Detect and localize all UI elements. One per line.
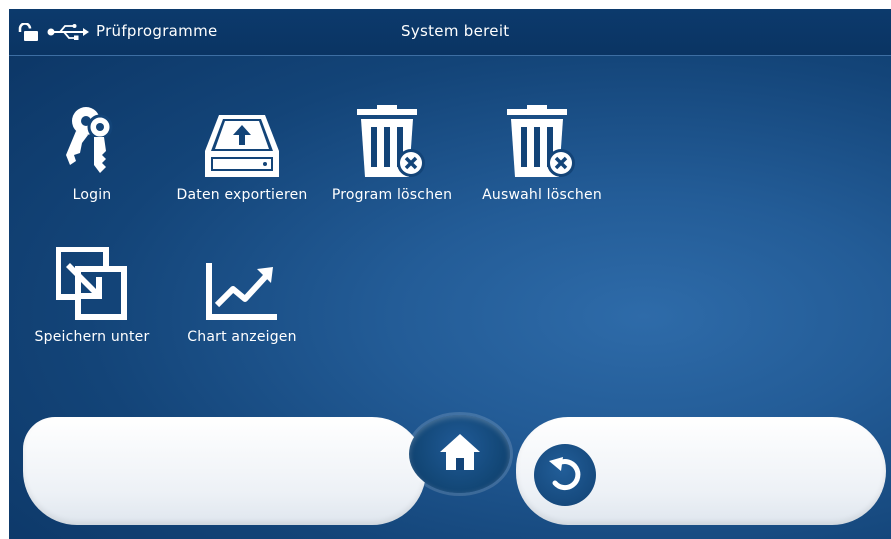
export-drive-icon — [167, 89, 317, 179]
trash-delete-icon — [467, 89, 617, 179]
trash-delete-icon — [317, 89, 467, 179]
page-title: Prüfprogramme — [96, 22, 218, 40]
chart-icon — [167, 231, 317, 321]
tile-label: Login — [72, 187, 112, 203]
undo-icon — [545, 453, 585, 497]
tile-label: Chart anzeigen — [187, 329, 297, 345]
back-button[interactable] — [534, 444, 596, 506]
save-as-icon — [17, 231, 167, 321]
tile-label: Daten exportieren — [176, 187, 308, 203]
unlock-icon — [17, 22, 39, 45]
usb-icon — [47, 24, 91, 44]
dock-left-panel — [23, 417, 426, 525]
system-status-text: System bereit — [401, 22, 510, 40]
home-icon — [438, 432, 482, 476]
home-button[interactable] — [409, 415, 510, 493]
keys-icon — [17, 89, 167, 179]
tile-label: Auswahl löschen — [482, 187, 602, 203]
status-bar: Prüfprogramme System bereit — [9, 9, 891, 56]
app-screen: Prüfprogramme System bereit Login Daten … — [9, 9, 891, 539]
tile-label: Program löschen — [331, 187, 453, 203]
tile-label: Speichern unter — [34, 329, 150, 345]
